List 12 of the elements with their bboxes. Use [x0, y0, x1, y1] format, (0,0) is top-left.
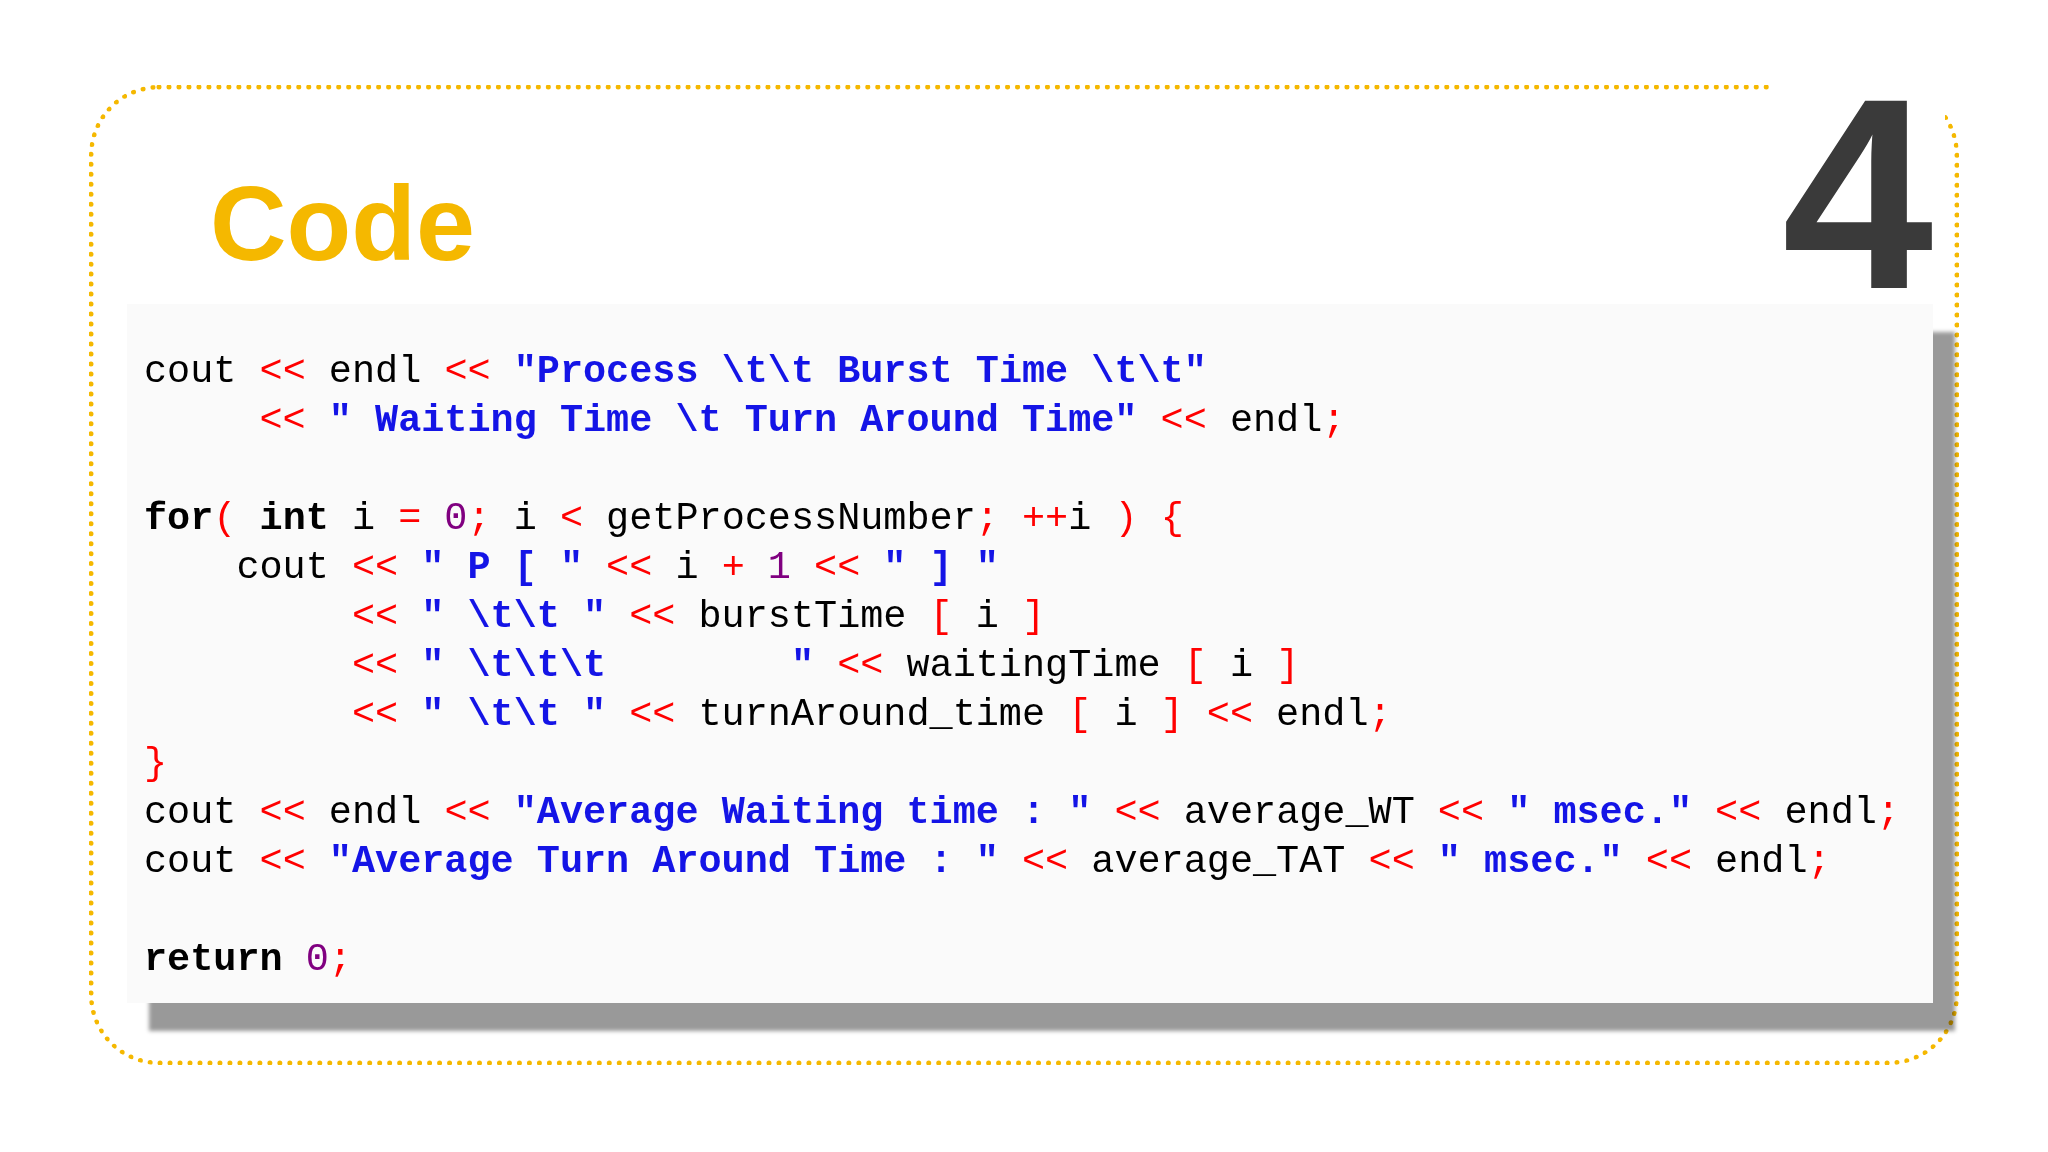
slide-title: Code: [210, 170, 475, 276]
code-line: << " \t\t " << burstTime [ i ]: [350, 594, 1046, 641]
code-line: return 0;: [144, 937, 352, 984]
code-line: cout << " P [ " << i + 1 << " ] ": [235, 545, 999, 592]
code-line: for( int i = 0; i < getProcessNumber; ++i ) {: [144, 496, 1184, 543]
code-line: cout << endl << "Average Waiting time : " << average_WT << " msec." << endl;: [144, 790, 1900, 837]
code-line: << " \t\t " << turnAround_time [ i ] << endl;: [350, 692, 1392, 739]
code-line: << " Waiting Time \t Turn Around Time" << endl;: [258, 398, 1346, 445]
code-line: << " \t\t\t " << waitingTime [ i ]: [350, 643, 1300, 690]
code-line: cout << endl << "Process \t\t Burst Time \t\t": [144, 349, 1207, 396]
code-line: }: [144, 741, 168, 788]
code-line: cout << "Average Turn Around Time : " << average_TAT << " msec." << endl;: [144, 839, 1831, 886]
